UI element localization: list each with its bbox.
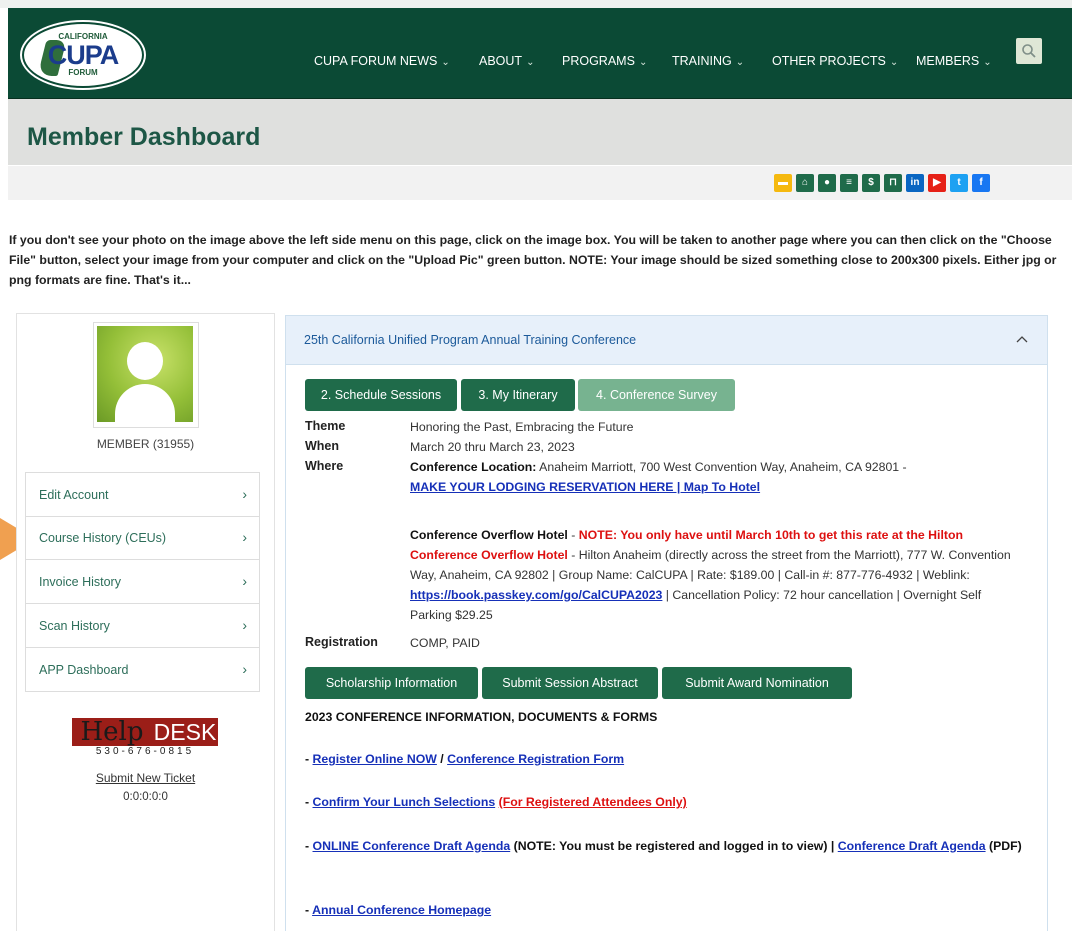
theme-label: Theme <box>305 419 346 433</box>
sidebar-item-scan-history[interactable]: Scan History › <box>25 604 260 648</box>
chevron-down-icon: ⌄ <box>983 57 992 68</box>
chevron-down-icon: ⌄ <box>441 57 450 68</box>
lodging-reservation-link[interactable]: MAKE YOUR LODGING RESERVATION HERE | Map… <box>410 480 760 494</box>
photo-upload-notice: If you don't see your photo on the image… <box>9 233 1057 287</box>
list-icon[interactable]: ≡ <box>840 174 858 192</box>
conference-panel: 25th California Unified Program Annual T… <box>285 315 1048 931</box>
nav-about[interactable]: ABOUT ⌄ <box>479 54 534 68</box>
sidebar-item-edit-account[interactable]: Edit Account › <box>25 472 260 517</box>
home-icon[interactable]: ⌂ <box>796 174 814 192</box>
top-strip <box>0 0 1072 8</box>
member-avatar[interactable] <box>93 322 199 428</box>
chevron-right-icon: › <box>242 661 247 677</box>
chevron-down-icon: ⌄ <box>889 57 899 68</box>
chevron-right-icon: › <box>242 486 247 502</box>
main-navbar: CALIFORNIA CUPA FORUM CUPA FORUM NEWS ⌄ A… <box>8 8 1072 99</box>
overflow-hotel-info: Conference Overflow Hotel - NOTE: You on… <box>410 528 1011 622</box>
nav-members[interactable]: MEMBERS ⌄ <box>916 54 992 68</box>
online-draft-agenda-link[interactable]: ONLINE Conference Draft Agenda <box>313 839 511 853</box>
nav-training[interactable]: TRAINING ⌄ <box>672 54 744 68</box>
cart-icon[interactable]: ⊓ <box>884 174 902 192</box>
my-itinerary-button[interactable]: 3. My Itinerary <box>461 379 575 411</box>
conference-homepage-row: - Annual Conference Homepage <box>305 903 492 917</box>
search-button[interactable] <box>1016 38 1042 64</box>
nav-programs[interactable]: PROGRAMS ⌄ <box>562 54 647 68</box>
register-online-row: - Register Online NOW / Conference Regis… <box>305 752 625 766</box>
helpdesk-help-text: Help <box>72 718 152 746</box>
avatar-head-shape <box>127 342 163 380</box>
chevron-right-icon: › <box>242 529 247 545</box>
chevron-up-icon[interactable] <box>1015 332 1029 346</box>
lunch-selection-row: - Confirm Your Lunch Selections (For Reg… <box>305 795 687 809</box>
chevron-down-icon: ⌄ <box>638 57 648 68</box>
draft-agenda-pdf-link[interactable]: Conference Draft Agenda <box>838 839 986 853</box>
visit-counter: 0:0:0:0:0 <box>123 791 168 803</box>
submit-award-nomination-button[interactable]: Submit Award Nomination <box>662 667 852 699</box>
cupa-logo[interactable]: CALIFORNIA CUPA FORUM <box>22 22 144 88</box>
left-sidebar: MEMBER (31955) Edit Account › Course His… <box>16 313 275 931</box>
user-icon[interactable]: ● <box>818 174 836 192</box>
id-card-icon[interactable]: ▬ <box>774 174 792 192</box>
twitter-icon[interactable]: t <box>950 174 968 192</box>
theme-value: Honoring the Past, Embracing the Future <box>410 420 634 434</box>
avatar-body-shape <box>115 384 175 422</box>
title-bar: Member Dashboard <box>8 99 1072 165</box>
chevron-right-icon: › <box>242 573 247 589</box>
sidebar-item-course-history[interactable]: Course History (CEUs) › <box>25 516 260 560</box>
registration-form-link[interactable]: Conference Registration Form <box>447 752 624 766</box>
helpdesk-phone: 530-676-0815 <box>95 746 195 757</box>
documents-heading: 2023 CONFERENCE INFORMATION, DOCUMENTS &… <box>305 710 658 724</box>
sidebar-item-app-dashboard[interactable]: APP Dashboard › <box>25 648 260 692</box>
annual-conference-homepage-link[interactable]: Annual Conference Homepage <box>312 903 491 917</box>
search-icon <box>1022 44 1036 58</box>
facebook-icon[interactable]: f <box>972 174 990 192</box>
page-title: Member Dashboard <box>27 123 261 151</box>
draft-agenda-row: - ONLINE Conference Draft Agenda (NOTE: … <box>305 839 1022 853</box>
conference-panel-header[interactable]: 25th California Unified Program Annual T… <box>286 316 1047 365</box>
chevron-right-icon: › <box>242 617 247 633</box>
linkedin-icon[interactable]: in <box>906 174 924 192</box>
when-label: When <box>305 439 340 453</box>
quick-icon-bar: ▬ ⌂ ● ≡ $ ⊓ in ▶ t f <box>8 166 1072 200</box>
register-online-link[interactable]: Register Online NOW <box>313 752 437 766</box>
helpdesk-desk-text: DESK <box>152 718 218 746</box>
nav-other-projects[interactable]: OTHER PROJECTS ⌄ <box>772 54 898 68</box>
helpdesk-logo[interactable]: Help DESK 530-676-0815 <box>72 718 218 757</box>
registration-label: Registration <box>305 635 378 649</box>
logo-text-main: CUPA <box>47 40 120 70</box>
where-value: Conference Location: Anaheim Marriott, 7… <box>410 460 907 494</box>
registration-value: COMP, PAID <box>410 636 480 650</box>
dollar-icon[interactable]: $ <box>862 174 880 192</box>
member-id-label: MEMBER (31955) <box>96 437 195 451</box>
nav-cupa-forum-news[interactable]: CUPA FORUM NEWS ⌄ <box>314 54 450 68</box>
youtube-icon[interactable]: ▶ <box>928 174 946 192</box>
lunch-selection-link[interactable]: Confirm Your Lunch Selections <box>313 795 496 809</box>
passkey-weblink[interactable]: https://book.passkey.com/go/CalCUPA2023 <box>410 588 662 602</box>
when-value: March 20 thru March 23, 2023 <box>410 440 575 454</box>
where-label: Where <box>305 459 344 473</box>
submit-ticket-link[interactable]: Submit New Ticket <box>17 771 274 785</box>
chevron-down-icon: ⌄ <box>526 57 535 68</box>
conference-panel-title: 25th California Unified Program Annual T… <box>304 333 637 347</box>
scholarship-information-button[interactable]: Scholarship Information <box>305 667 478 699</box>
schedule-sessions-button[interactable]: 2. Schedule Sessions <box>305 379 457 411</box>
logo-text-bottom: FORUM <box>68 68 98 77</box>
submit-session-abstract-button[interactable]: Submit Session Abstract <box>482 667 658 699</box>
sidebar-item-invoice-history[interactable]: Invoice History › <box>25 560 260 604</box>
chevron-down-icon: ⌄ <box>735 57 745 68</box>
conference-survey-button[interactable]: 4. Conference Survey <box>578 379 735 411</box>
